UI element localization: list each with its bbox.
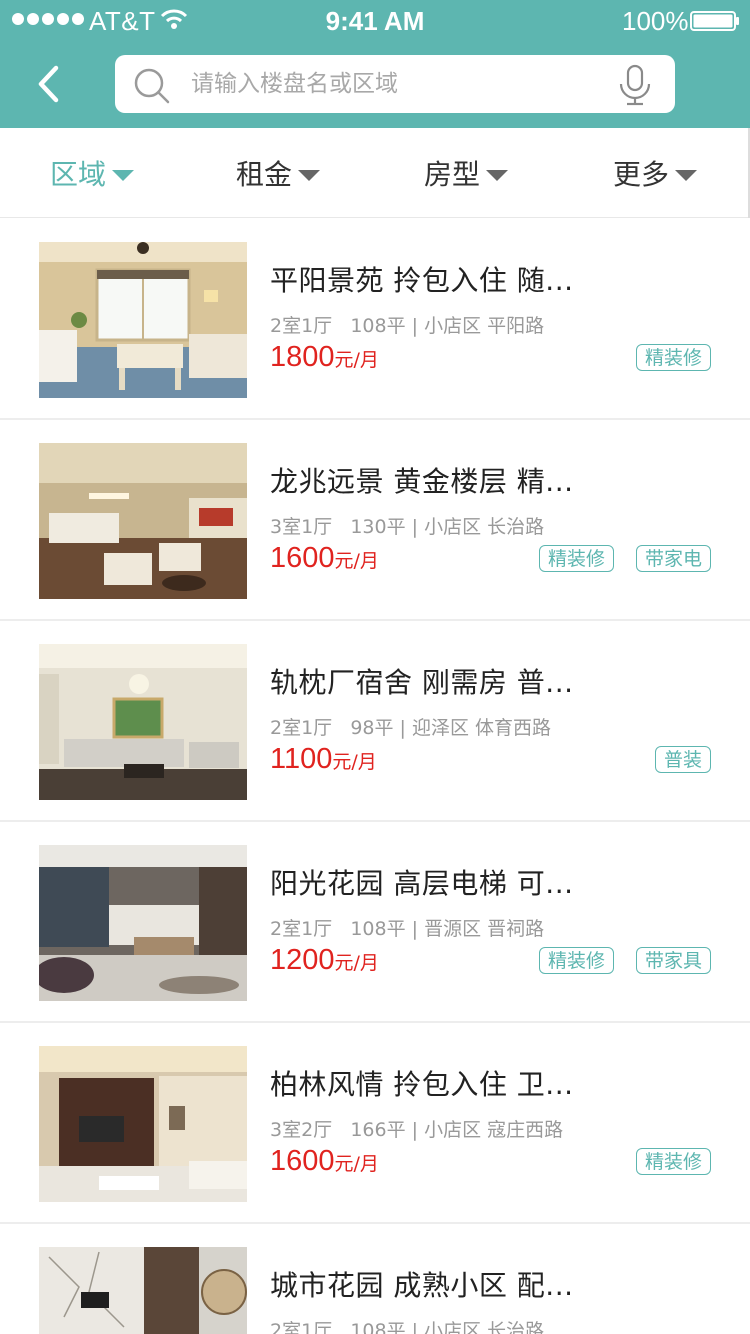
listing-tag: 精装修	[635, 1148, 711, 1175]
listing-price-value: 1800	[270, 341, 335, 373]
listing-rooms: 3室2厅	[270, 1119, 333, 1141]
caret-down-icon	[675, 169, 698, 181]
listing-area: 166平	[350, 1119, 406, 1141]
listing-area: 108平	[350, 315, 406, 337]
listing-tags: 精装修	[635, 344, 711, 371]
listing-item[interactable]: 阳光花园 高层电梯 可... 2室1厅 108平 | 晋源区 晋祠路 1200元…	[0, 822, 750, 1023]
back-button[interactable]	[30, 62, 70, 106]
listing-location: 小店区 长治路	[424, 516, 545, 538]
listing-item[interactable]: 城市花园 成熟小区 配... 2室1厅 108平 | 小店区 长治路	[0, 1224, 750, 1334]
listing-title: 阳光花园 高层电梯 可...	[270, 867, 574, 900]
listing-photo	[39, 1046, 247, 1202]
listing-location: 小店区 长治路	[424, 1320, 545, 1334]
listing-rooms: 2室1厅	[270, 918, 333, 940]
listing-price-unit: 元/月	[334, 1153, 379, 1175]
listing-meta: 2室1厅 98平 | 迎泽区 体育西路	[270, 717, 552, 739]
listing-rooms: 2室1厅	[270, 717, 333, 739]
microphone-icon[interactable]	[617, 64, 653, 106]
filter-room-type-label: 房型	[424, 158, 481, 191]
listing-location: 晋源区 晋祠路	[424, 918, 545, 940]
listing-item[interactable]: 轨枕厂宿舍 刚需房 普... 2室1厅 98平 | 迎泽区 体育西路 1100元…	[0, 621, 750, 822]
listing-tag: 带家具	[635, 947, 711, 974]
listing-location: 小店区 寇庄西路	[424, 1119, 564, 1141]
listing-price: 1100元/月	[270, 743, 377, 776]
listing-area: 98平	[350, 717, 394, 739]
listing-title: 柏林风情 拎包入住 卫...	[270, 1068, 574, 1101]
listing-price-value: 1600	[270, 542, 335, 574]
caret-down-icon	[298, 169, 321, 181]
caret-down-icon	[112, 169, 135, 181]
listing-meta: 3室2厅 166平 | 小店区 寇庄西路	[270, 1119, 564, 1141]
listing-location: 迎泽区 体育西路	[411, 717, 552, 739]
listing-item[interactable]: 柏林风情 拎包入住 卫... 3室2厅 166平 | 小店区 寇庄西路 1600…	[0, 1023, 750, 1224]
listing-area: 108平	[350, 1320, 406, 1334]
listing-title: 城市花园 成熟小区 配...	[270, 1269, 574, 1302]
listing-rooms: 3室1厅	[270, 516, 333, 538]
filter-region-label: 区域	[50, 158, 107, 191]
listing-tag: 精装修	[538, 947, 614, 974]
battery-percentage: 100%	[622, 6, 689, 36]
search-bar[interactable]	[115, 55, 675, 113]
filter-rent-label: 租金	[236, 158, 293, 191]
listing-tags: 精装修	[635, 1148, 711, 1175]
listing-price: 1200元/月	[270, 944, 379, 977]
listing-tag: 普装	[654, 746, 711, 773]
listing-price-unit: 元/月	[332, 751, 377, 773]
filter-rent[interactable]: 租金	[236, 128, 321, 218]
listing-title: 龙兆远景 黄金楼层 精...	[270, 465, 574, 498]
listing-price-value: 1100	[270, 743, 333, 775]
listing-meta: 2室1厅 108平 | 小店区 平阳路	[270, 315, 545, 337]
search-icon	[134, 68, 170, 104]
app-header: AT&T 9:41 AM 100%	[0, 0, 750, 128]
status-bar: AT&T 9:41 AM 100%	[0, 0, 750, 40]
listing-photo	[39, 443, 247, 599]
listing-price-value: 1200	[270, 944, 335, 976]
listing-tags: 普装	[654, 746, 711, 773]
filter-more-label: 更多	[613, 158, 670, 191]
listing-price-unit: 元/月	[334, 550, 379, 572]
listing-item[interactable]: 平阳景苑 拎包入住 随... 2室1厅 108平 | 小店区 平阳路 1800元…	[0, 219, 750, 420]
listing-price: 1600元/月	[270, 1145, 379, 1178]
listing-area: 108平	[350, 918, 406, 940]
listing-title: 轨枕厂宿舍 刚需房 普...	[270, 666, 574, 699]
listing-price: 1800元/月	[270, 341, 379, 374]
listing-location: 小店区 平阳路	[424, 315, 545, 337]
filter-region[interactable]: 区域	[50, 128, 135, 218]
listing-tag: 精装修	[538, 545, 614, 572]
listing-tags: 精装修 带家具	[538, 947, 711, 974]
listing-area: 130平	[350, 516, 406, 538]
listing-rooms: 2室1厅	[270, 315, 333, 337]
listing-tags: 精装修 带家电	[538, 545, 711, 572]
listing-item[interactable]: 龙兆远景 黄金楼层 精... 3室1厅 130平 | 小店区 长治路 1600元…	[0, 420, 750, 621]
listing-tag: 精装修	[635, 344, 711, 371]
filter-more[interactable]: 更多	[613, 128, 698, 218]
caret-down-icon	[486, 169, 509, 181]
listing-meta: 2室1厅 108平 | 晋源区 晋祠路	[270, 918, 545, 940]
listing-meta: 3室1厅 130平 | 小店区 长治路	[270, 516, 545, 538]
filter-room-type[interactable]: 房型	[424, 128, 509, 218]
listing-price-unit: 元/月	[334, 349, 379, 371]
listing-title: 平阳景苑 拎包入住 随...	[270, 264, 574, 297]
listing-meta: 2室1厅 108平 | 小店区 长治路	[270, 1316, 544, 1334]
listing-rooms: 2室1厅	[270, 1320, 333, 1334]
listing-price: 1600元/月	[270, 542, 379, 575]
listing-photo	[39, 845, 247, 1001]
search-input[interactable]	[191, 64, 601, 104]
filter-bar: 区域 租金 房型 更多	[0, 128, 750, 218]
listing-tag: 带家电	[635, 545, 711, 572]
listing-photo	[39, 1247, 247, 1334]
listing-photo	[39, 644, 247, 800]
listing-price-unit: 元/月	[334, 952, 379, 974]
listing-photo	[39, 242, 247, 398]
listing-price-value: 1600	[270, 1145, 335, 1177]
battery-icon	[690, 11, 739, 31]
